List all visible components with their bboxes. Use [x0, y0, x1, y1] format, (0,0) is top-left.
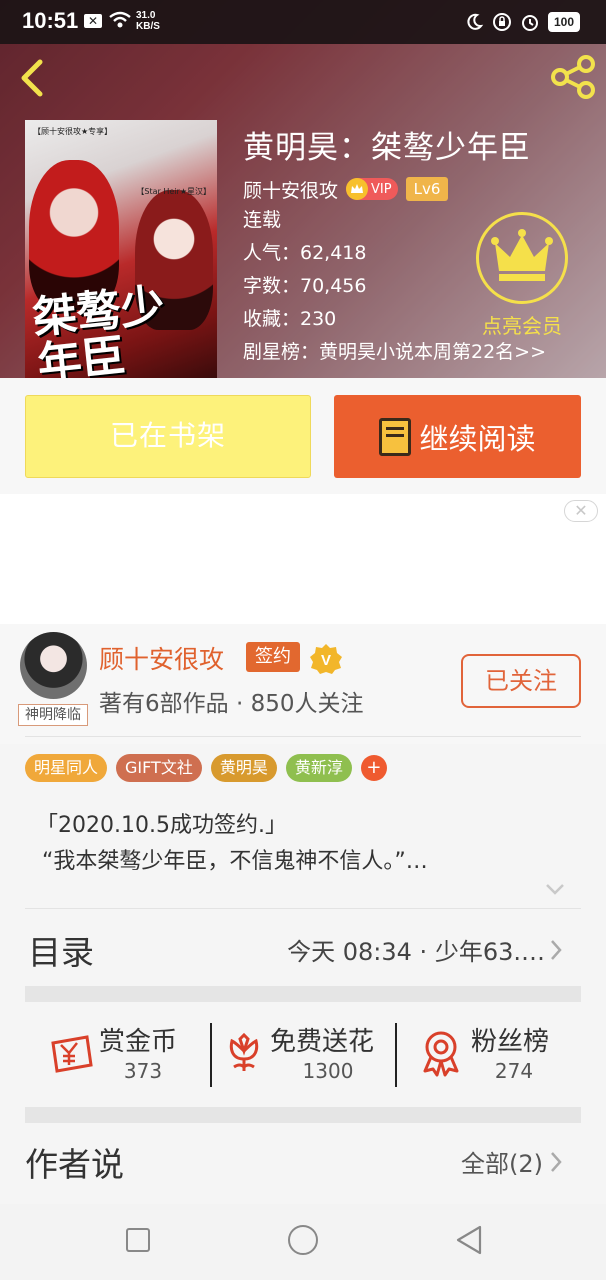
cover-subtitle-2: 【Star Heir★星汉】 [136, 187, 211, 196]
support-bar: 赏金币 373 免费送花 1300 粉丝榜 274 [25, 1003, 581, 1107]
tag-item[interactable]: 明星同人 [25, 754, 108, 782]
verified-letter: V [321, 652, 331, 669]
member-label: 点亮会员 [482, 314, 562, 338]
latest-chapter: 今天 08:34 · 少年63.… [287, 938, 545, 966]
tag-list: 明星同人 GIFT文社 黄明昊 黄新淳 + [25, 754, 387, 782]
author-stats: 著有6部作品 · 850人关注 [99, 691, 364, 717]
author-link[interactable]: 顾十安很攻 [243, 176, 338, 203]
ad-banner: ✕ [0, 494, 606, 624]
home-button[interactable] [288, 1225, 318, 1255]
notification-icon: ✕ [84, 14, 102, 28]
tag-item[interactable]: 黄新淳 [285, 754, 352, 782]
gift-title: 赏金币 [99, 1027, 178, 1057]
book-cover[interactable]: 【顾十安很攻★专享】 【Star Heir★星汉】 桀骜少年臣 [25, 120, 217, 378]
speed-value: 31.0 [136, 10, 156, 21]
status-time: 10:51 [22, 8, 79, 33]
flower-icon [229, 1032, 259, 1071]
signed-badge: 签约 [246, 642, 300, 672]
ad-close-button[interactable]: ✕ [564, 500, 598, 522]
author-avatar[interactable] [20, 632, 87, 699]
reward-coins-button[interactable]: 赏金币 373 [25, 1003, 210, 1107]
vip-badge: VIP [346, 178, 398, 200]
medal-icon [423, 1031, 459, 1077]
send-flower-button[interactable]: 免费送花 1300 [212, 1003, 395, 1107]
book-detail-page: 10:51 ✕ 31.0 KB/S 100 【顾十安很攻★专享】 【Star H… [0, 0, 606, 1280]
chevron-right-icon [551, 940, 562, 960]
toc-label: 目录 [28, 933, 94, 972]
speed-unit: KB/S [136, 21, 160, 32]
back-button[interactable] [14, 56, 50, 100]
status-icons: 100 [464, 10, 580, 34]
avatar-tag: 神明降临 [18, 704, 88, 726]
book-title: 黄明昊：桀骜少年臣 [243, 130, 531, 166]
cover-title: 桀骜少年臣 [30, 279, 167, 378]
lock-rotation-icon [492, 13, 511, 31]
red-envelope-icon [51, 1035, 93, 1073]
author-name[interactable]: 顾十安很攻 [99, 640, 224, 676]
more-tags-button[interactable]: + [360, 755, 387, 781]
fan-ranking-button[interactable]: 粉丝榜 274 [397, 1003, 581, 1107]
section-separator [25, 1107, 581, 1123]
gift-value: 373 [123, 1059, 163, 1083]
crown-icon [346, 178, 369, 200]
chevron-right-icon [551, 1152, 562, 1172]
back-nav-button[interactable] [454, 1224, 484, 1256]
cover-subtitle: 【顾十安很攻★专享】 [33, 127, 113, 136]
network-speed: 31.0 KB/S [136, 10, 160, 32]
gift-value: 1300 [302, 1059, 354, 1083]
author-says-all: 全部(2) [461, 1150, 543, 1178]
gift-title: 免费送花 [270, 1027, 375, 1057]
battery-indicator: 100 [547, 12, 580, 32]
description-line-2: “我本桀骜少年臣，不信鬼神不信人。”… [42, 849, 428, 874]
author-says-label: 作者说 [25, 1145, 124, 1184]
description-line-1: 「2020.10.5成功签约.」 [36, 813, 287, 838]
continue-reading-button[interactable]: 继续阅读 [334, 395, 581, 478]
alarm-icon [521, 15, 538, 31]
section-separator [25, 986, 581, 1002]
vip-label: VIP [371, 181, 392, 197]
follow-button[interactable]: 已关注 [461, 654, 581, 708]
shelf-button[interactable]: 已在书架 [25, 395, 311, 478]
expand-chevron-icon[interactable] [544, 882, 566, 896]
crown-icon [491, 229, 553, 281]
recent-apps-button[interactable] [126, 1228, 150, 1252]
divider [25, 908, 581, 909]
divider [25, 736, 581, 737]
level-badge: Lv6 [405, 177, 449, 201]
book-header: 10:51 ✕ 31.0 KB/S 100 【顾十安很攻★专享】 【Star H… [0, 0, 606, 378]
table-of-contents-row[interactable]: 目录 今天 08:34 · 少年63.… [25, 912, 581, 984]
action-bar: 已在书架 继续阅读 [0, 378, 606, 494]
tag-item[interactable]: GIFT文社 [116, 754, 202, 782]
verified-icon: V [310, 644, 342, 674]
continue-reading-label: 继续阅读 [419, 421, 536, 456]
share-button[interactable] [550, 54, 596, 100]
book-icon [379, 417, 412, 456]
member-circle [476, 212, 568, 304]
gift-title: 粉丝榜 [471, 1027, 550, 1057]
system-nav-bar [0, 1204, 606, 1280]
author-row: 顾十安很攻 VIP Lv6 [243, 174, 546, 204]
author-card: 神明降临 顾十安很攻 签约 V 著有6部作品 · 850人关注 已关注 [0, 624, 606, 744]
moon-icon [467, 13, 484, 30]
wifi-icon [109, 11, 131, 28]
author-says-row[interactable]: 作者说 全部(2) [25, 1124, 581, 1204]
member-button[interactable]: 点亮会员 [470, 212, 574, 342]
tag-item[interactable]: 黄明昊 [210, 754, 277, 782]
status-bar: 10:51 ✕ 31.0 KB/S 100 [0, 0, 606, 44]
gift-value: 274 [494, 1059, 534, 1083]
